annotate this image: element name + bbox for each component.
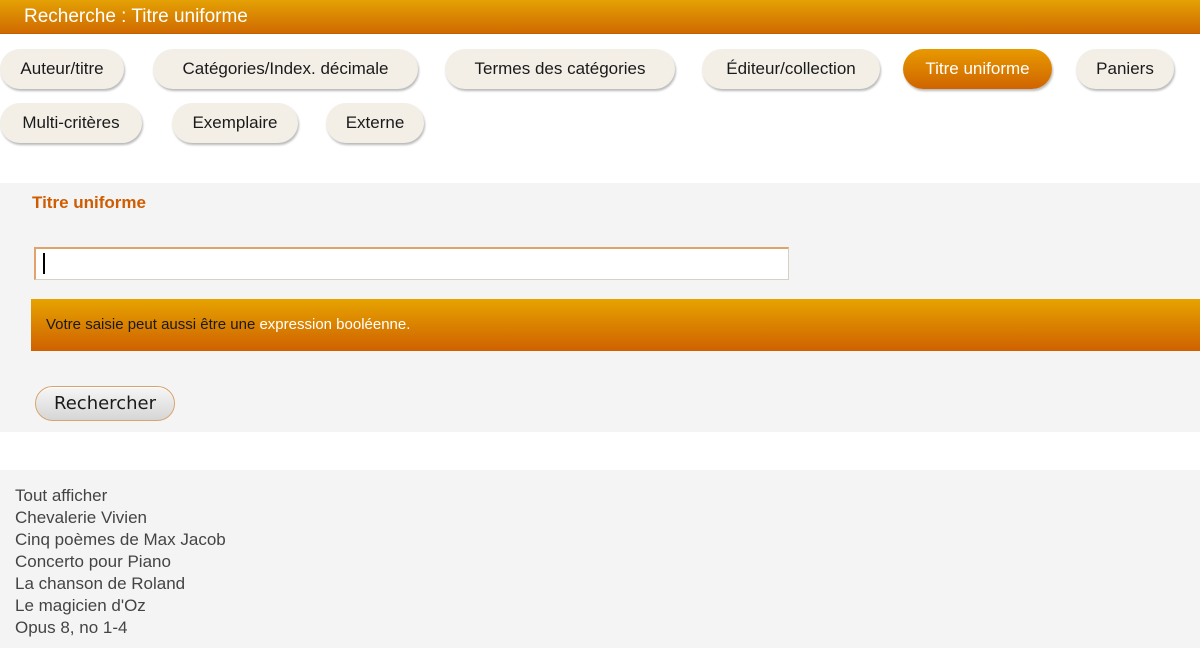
tab-auteur-titre[interactable]: Auteur/titre bbox=[0, 49, 124, 89]
tab-categories-index-decimale[interactable]: Catégories/Index. décimale bbox=[153, 49, 418, 89]
results-panel: Tout afficher Chevalerie Vivien Cinq poè… bbox=[0, 470, 1200, 648]
info-text: Votre saisie peut aussi être une express… bbox=[46, 316, 410, 334]
tab-titre-uniforme[interactable]: Titre uniforme bbox=[903, 49, 1052, 89]
tab-paniers[interactable]: Paniers bbox=[1076, 49, 1174, 89]
text-cursor bbox=[43, 253, 45, 274]
tab-multi-criteres[interactable]: Multi-critères bbox=[0, 103, 142, 143]
result-item[interactable]: Cinq poèmes de Max Jacob bbox=[15, 529, 226, 551]
result-item[interactable]: Opus 8, no 1-4 bbox=[15, 617, 127, 639]
search-button[interactable]: Rechercher bbox=[35, 386, 175, 421]
tabs-row-2: Multi-critères Exemplaire Externe bbox=[0, 103, 1200, 143]
boolean-expression-link[interactable]: expression booléenne. bbox=[259, 316, 410, 333]
result-item[interactable]: Concerto pour Piano bbox=[15, 551, 171, 573]
page-title: Recherche : Titre uniforme bbox=[24, 6, 248, 27]
page-header: Recherche : Titre uniforme bbox=[0, 0, 1200, 34]
info-message: Votre saisie peut aussi être une bbox=[46, 316, 256, 333]
search-input[interactable] bbox=[34, 247, 789, 280]
tabs-row-1: Auteur/titre Catégories/Index. décimale … bbox=[0, 49, 1200, 89]
tab-editeur-collection[interactable]: Éditeur/collection bbox=[702, 49, 880, 89]
tab-externe[interactable]: Externe bbox=[326, 103, 424, 143]
result-item[interactable]: Chevalerie Vivien bbox=[15, 507, 147, 529]
tab-exemplaire[interactable]: Exemplaire bbox=[172, 103, 298, 143]
result-item[interactable]: La chanson de Roland bbox=[15, 573, 185, 595]
tab-termes-des-categories[interactable]: Termes des catégories bbox=[445, 49, 675, 89]
result-item[interactable]: Le magicien d'Oz bbox=[15, 595, 146, 617]
info-banner: Votre saisie peut aussi être une express… bbox=[31, 299, 1200, 351]
section-title: Titre uniforme bbox=[32, 193, 146, 212]
search-panel: Titre uniforme Votre saisie peut aussi ê… bbox=[0, 183, 1200, 432]
result-tout-afficher[interactable]: Tout afficher bbox=[15, 485, 107, 507]
